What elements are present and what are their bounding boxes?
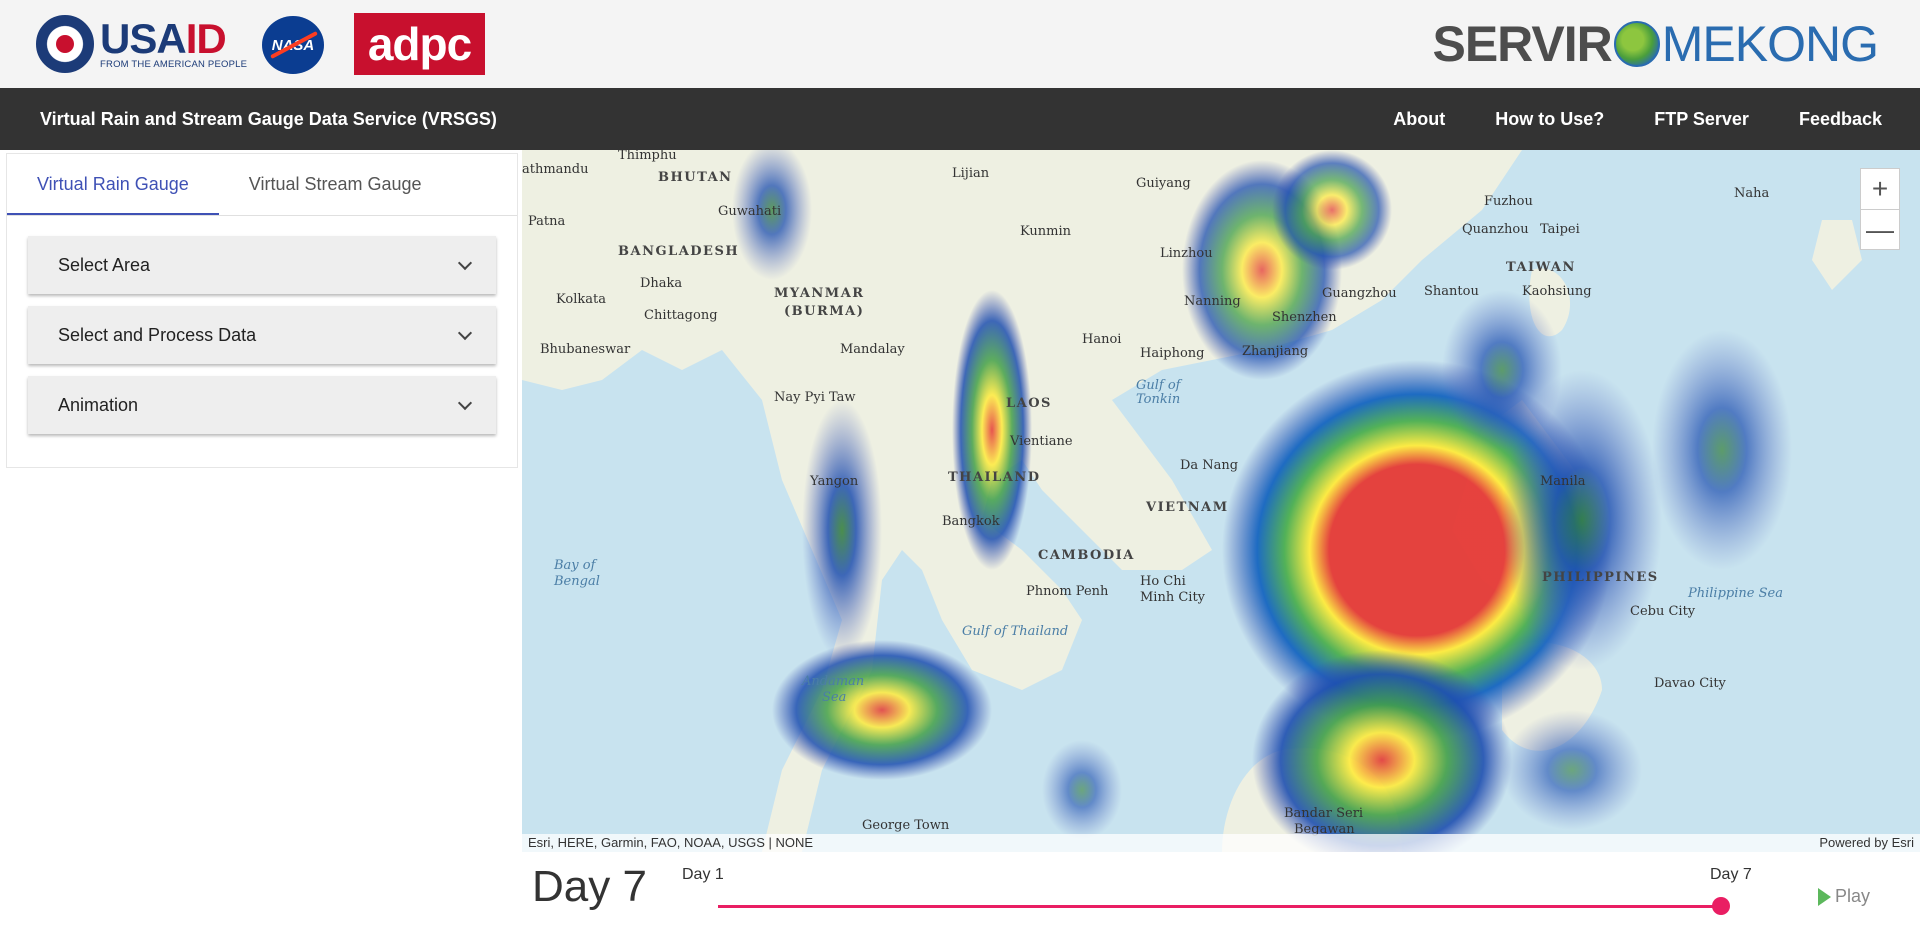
map-label: Nay Pyi Taw [774,390,856,405]
map-label: Kolkata [556,292,606,307]
app-title: Virtual Rain and Stream Gauge Data Servi… [40,109,497,129]
map-label: Sea [822,690,847,705]
map-label: Zhanjiang [1242,344,1309,359]
chevron-down-icon [457,255,473,270]
animation-panel[interactable]: Animation [28,376,496,434]
rainfall-map[interactable]: Thimphu athmandu BHUTAN Guwahati Patna B… [522,150,1920,852]
servir-mekong-logo: SERVIR MEKONG [1432,16,1879,72]
map-label: TAIWAN [1506,260,1576,275]
map-label: Vientiane [1010,434,1073,449]
map-label: PHILIPPINES [1542,570,1659,585]
map-label: Kunmin [1020,224,1072,239]
zoom-control: + — [1860,168,1900,250]
map-label: Bandar Seri [1284,806,1364,821]
map-label: Shenzhen [1272,310,1337,325]
map-label: Haiphong [1140,346,1205,361]
map-label: George Town [862,818,950,833]
current-day-label: Day 7 [532,862,647,911]
map-label: Ho Chi [1140,574,1186,589]
map-label: CAMBODIA [1038,548,1135,563]
nav-links: About How to Use? FTP Server Feedback [1343,88,1882,150]
map-label: Thimphu [618,150,677,163]
globe-icon [1613,21,1660,67]
day-slider-track[interactable] [718,905,1722,908]
chevron-down-icon [457,325,473,340]
map-label: Philippine Sea [1688,586,1783,601]
select-area-panel[interactable]: Select Area [28,236,496,294]
day-slider-thumb[interactable] [1712,897,1730,915]
gauge-tabs: Virtual Rain Gauge Virtual Stream Gauge [7,154,517,216]
map-label: Guangzhou [1322,286,1397,301]
zoom-in-button[interactable]: + [1861,169,1899,209]
usaid-logo: USAID FROM THE AMERICAN PEOPLE [36,14,247,74]
map-label: Patna [528,214,566,229]
map-label: Bay of [554,558,596,573]
map-label: MYANMAR [774,286,865,301]
map-label: Andaman [802,674,865,689]
map-label: Taipei [1540,222,1580,237]
slider-end-label: Day 7 [1710,866,1752,883]
map-label: Guwahati [718,204,782,219]
usaid-seal-icon [36,15,94,73]
nav-feedback-link[interactable]: Feedback [1799,109,1882,130]
tab-virtual-rain-gauge[interactable]: Virtual Rain Gauge [7,154,219,215]
play-button[interactable]: Play [1818,886,1870,907]
side-panel: Virtual Rain Gauge Virtual Stream Gauge … [6,153,518,468]
map-label: LAOS [1006,396,1052,411]
map-label: Hanoi [1082,332,1122,347]
map-label: Mandalay [840,342,905,357]
map-label: Gulf of [1136,378,1181,393]
map-label: Shantou [1424,284,1479,299]
map-label: Gulf of Thailand [962,624,1069,639]
map-label: Dhaka [640,276,683,291]
logo-bar: USAID FROM THE AMERICAN PEOPLE NASA adpc… [0,0,1920,88]
map-label: Bengal [554,574,600,589]
map-label: Bangkok [942,514,1000,529]
map-label: THAILAND [948,470,1041,485]
navbar: Virtual Rain and Stream Gauge Data Servi… [0,88,1920,150]
map-label: BANGLADESH [618,244,740,259]
map-label: Chittagong [644,308,718,323]
map-label: Tonkin [1136,392,1181,407]
map-label: Yangon [810,474,859,489]
map-label: Phnom Penh [1026,584,1109,599]
map-label: Cebu City [1630,604,1696,619]
map-label: Naha [1734,186,1770,201]
map-label: BHUTAN [658,170,733,185]
nasa-logo: NASA [262,16,324,74]
map-label: VIETNAM [1146,500,1229,515]
map-label: Fuzhou [1484,194,1533,209]
chevron-down-icon [457,395,473,410]
slider-start-label: Day 1 [682,866,724,883]
map-label: Nanning [1184,294,1241,309]
nav-how-to-use-link[interactable]: How to Use? [1495,109,1604,130]
map-label: Kaohsiung [1522,284,1592,299]
map-attribution: Esri, HERE, Garmin, FAO, NOAA, USGS | NO… [522,834,1920,852]
tab-virtual-stream-gauge[interactable]: Virtual Stream Gauge [219,154,452,215]
map-label: Bhubaneswar [540,342,631,357]
map-label: Davao City [1654,676,1726,691]
map-label: Da Nang [1180,458,1239,473]
adpc-logo: adpc [354,13,485,75]
map-label: (BURMA) [784,304,865,319]
zoom-out-button[interactable]: — [1861,209,1899,249]
nav-ftp-server-link[interactable]: FTP Server [1654,109,1749,130]
map-label: Lijian [952,166,990,181]
map-label: Manila [1540,474,1586,489]
nav-about-link[interactable]: About [1393,109,1445,130]
map-label: athmandu [522,162,589,177]
map-label: Guiyang [1136,176,1191,191]
select-process-data-panel[interactable]: Select and Process Data [28,306,496,364]
map-label: Linzhou [1160,246,1213,261]
map-label: Minh City [1140,590,1206,605]
map-label: Quanzhou [1462,222,1529,237]
play-icon [1818,887,1831,906]
